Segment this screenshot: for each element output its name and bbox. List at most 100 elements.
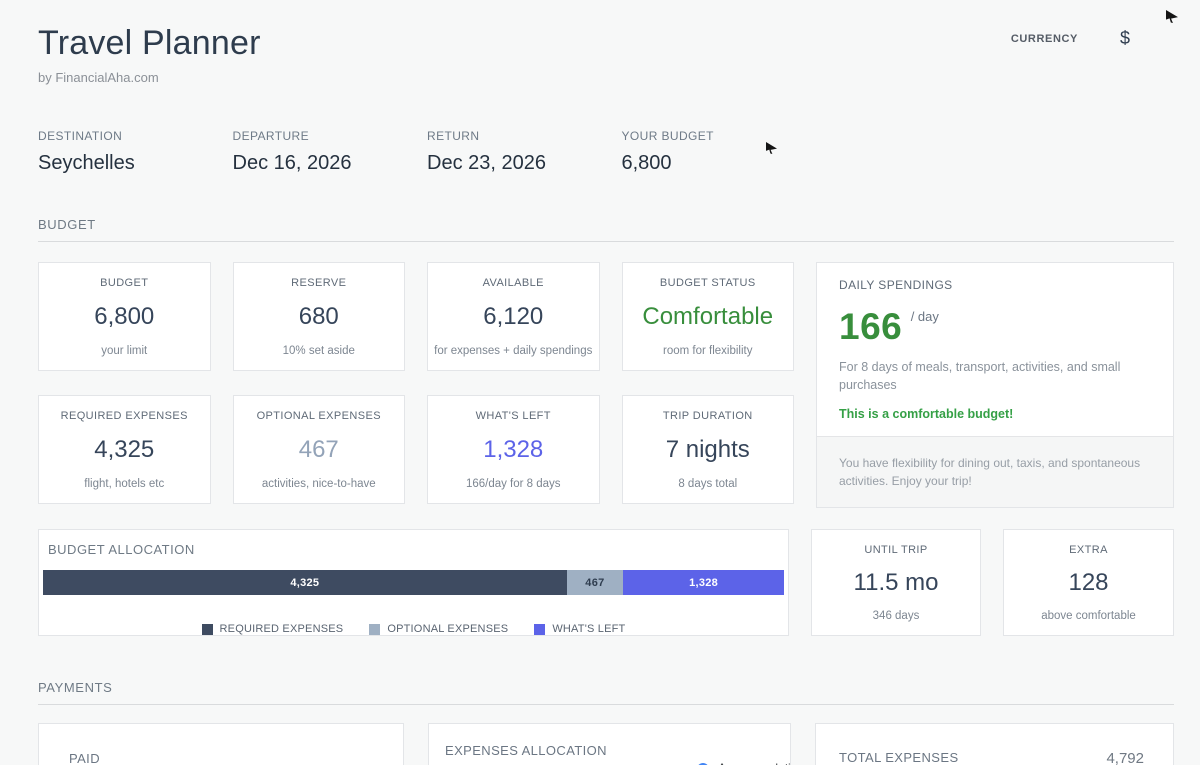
budget-allocation-card: BUDGET ALLOCATION 4,325 467 1,328 REQUIR… — [38, 529, 789, 636]
until-trip-value: 11.5 mo — [854, 569, 939, 597]
required-expenses-label: REQUIRED EXPENSES — [61, 410, 188, 422]
daily-spendings-desc: For 8 days of meals, transport, activiti… — [839, 358, 1155, 394]
required-expenses-value: 4,325 — [94, 436, 154, 464]
departure-value[interactable]: Dec 16, 2026 — [233, 152, 406, 175]
reserve-card: RESERVE 680 10% set aside — [233, 262, 406, 371]
legend-swatch-optional — [369, 624, 380, 635]
payments-grid: PAID EXPENSES ALLOCATION Accommodation T… — [38, 723, 1174, 765]
extra-label: EXTRA — [1069, 544, 1108, 556]
departure-field: DEPARTURE Dec 16, 2026 — [233, 129, 406, 175]
daily-spendings-label: DAILY SPENDINGS — [839, 278, 1151, 292]
budget-card: BUDGET 6,800 your limit — [38, 262, 211, 371]
total-expenses-value: 4,792 — [1106, 750, 1144, 765]
daily-spendings-amount: 166 / day — [839, 306, 1151, 348]
required-expenses-card: REQUIRED EXPENSES 4,325 flight, hotels e… — [38, 395, 211, 504]
reserve-card-label: RESERVE — [291, 277, 346, 289]
extra-card: EXTRA 128 above comfortable — [1003, 529, 1174, 636]
required-expenses-sub: flight, hotels etc — [84, 478, 164, 490]
trip-duration-value: 7 nights — [666, 436, 750, 464]
whats-left-sub: 166/day for 8 days — [466, 478, 561, 490]
expenses-allocation-label: EXPENSES ALLOCATION — [445, 743, 774, 758]
payments-section-heading: PAYMENTS — [38, 680, 1174, 705]
your-budget-field: YOUR BUDGET 6,800 — [622, 129, 795, 175]
bar-segment-optional[interactable]: 467 — [567, 570, 624, 595]
expenses-allocation-card: EXPENSES ALLOCATION Accommodation — [428, 723, 791, 765]
legend-swatch-required — [202, 624, 213, 635]
trip-duration-label: TRIP DURATION — [663, 410, 753, 422]
optional-expenses-value: 467 — [299, 436, 339, 464]
legend-label-optional: OPTIONAL EXPENSES — [387, 623, 508, 635]
bar-segment-whats-left[interactable]: 1,328 — [623, 570, 784, 595]
bar-segment-whats-left-value: 1,328 — [689, 577, 718, 589]
budget-allocation-bar: 4,325 467 1,328 — [43, 570, 784, 595]
trip-duration-card: TRIP DURATION 7 nights 8 days total — [622, 395, 795, 504]
legend-item-whats-left: WHAT'S LEFT — [534, 623, 625, 635]
legend-label-whats-left: WHAT'S LEFT — [552, 623, 625, 635]
until-trip-sub: 346 days — [873, 610, 920, 622]
trip-duration-sub: 8 days total — [678, 478, 737, 490]
legend-swatch-whats-left — [534, 624, 545, 635]
until-trip-card: UNTIL TRIP 11.5 mo 346 days — [811, 529, 981, 636]
allocation-row: BUDGET ALLOCATION 4,325 467 1,328 REQUIR… — [38, 529, 1174, 636]
optional-expenses-card: OPTIONAL EXPENSES 467 activities, nice-t… — [233, 395, 406, 504]
legend-item-optional: OPTIONAL EXPENSES — [369, 623, 508, 635]
bar-segment-optional-value: 467 — [585, 577, 604, 589]
daily-amount-unit: / day — [911, 309, 939, 324]
daily-spendings-tip: You have flexibility for dining out, tax… — [817, 436, 1173, 507]
daily-spendings-card: DAILY SPENDINGS 166 / day For 8 days of … — [816, 262, 1174, 508]
budget-allocation-legend: REQUIRED EXPENSES OPTIONAL EXPENSES WHAT… — [43, 623, 784, 635]
departure-label: DEPARTURE — [233, 129, 406, 143]
budget-status-value: Comfortable — [642, 303, 773, 331]
currency-selector[interactable]: $ — [1120, 28, 1130, 49]
extra-value: 128 — [1068, 569, 1108, 597]
paid-label: PAID — [69, 751, 373, 765]
extra-sub: above comfortable — [1041, 610, 1136, 622]
return-value[interactable]: Dec 23, 2026 — [427, 152, 600, 175]
bar-segment-required-value: 4,325 — [290, 577, 319, 589]
legend-item-required: REQUIRED EXPENSES — [202, 623, 344, 635]
bar-segment-required[interactable]: 4,325 — [43, 570, 567, 595]
currency-control: CURRENCY $ — [1011, 28, 1130, 49]
daily-spendings-highlight: This is a comfortable budget! — [839, 407, 1151, 421]
budget-status-card: BUDGET STATUS Comfortable room for flexi… — [622, 262, 795, 371]
available-card-sub: for expenses + daily spendings — [434, 345, 592, 357]
paid-card: PAID — [38, 723, 404, 765]
whats-left-label: WHAT'S LEFT — [476, 410, 551, 422]
page-subtitle: by FinancialAha.com — [38, 70, 1174, 85]
budget-card-label: BUDGET — [100, 277, 148, 289]
budget-card-value: 6,800 — [94, 303, 154, 331]
budget-status-label: BUDGET STATUS — [660, 277, 756, 289]
legend-label-required: REQUIRED EXPENSES — [220, 623, 344, 635]
available-card-label: AVAILABLE — [483, 277, 544, 289]
whats-left-card: WHAT'S LEFT 1,328 166/day for 8 days — [427, 395, 600, 504]
optional-expenses-label: OPTIONAL EXPENSES — [257, 410, 381, 422]
page-title: Travel Planner — [38, 24, 1174, 63]
budget-cards-grid: BUDGET 6,800 your limit RESERVE 680 10% … — [38, 262, 1174, 508]
travel-planner-page: Travel Planner by FinancialAha.com CURRE… — [38, 0, 1174, 765]
daily-spendings-top: DAILY SPENDINGS 166 / day For 8 days of … — [817, 263, 1173, 436]
available-card: AVAILABLE 6,120 for expenses + daily spe… — [427, 262, 600, 371]
destination-value[interactable]: Seychelles — [38, 152, 211, 175]
reserve-card-value: 680 — [299, 303, 339, 331]
header: Travel Planner by FinancialAha.com CURRE… — [38, 0, 1174, 85]
budget-allocation-title: BUDGET ALLOCATION — [48, 542, 784, 557]
your-budget-label: YOUR BUDGET — [622, 129, 795, 143]
return-field: RETURN Dec 23, 2026 — [427, 129, 600, 175]
daily-amount-value: 166 — [839, 306, 902, 347]
optional-expenses-sub: activities, nice-to-have — [262, 478, 376, 490]
your-budget-value[interactable]: 6,800 — [622, 152, 795, 175]
available-card-value: 6,120 — [483, 303, 543, 331]
budget-status-sub: room for flexibility — [663, 345, 752, 357]
currency-label: CURRENCY — [1011, 33, 1078, 45]
destination-label: DESTINATION — [38, 129, 211, 143]
budget-section-heading: BUDGET — [38, 217, 1174, 242]
trip-summary-row: DESTINATION Seychelles DEPARTURE Dec 16,… — [38, 129, 1174, 175]
until-trip-label: UNTIL TRIP — [864, 544, 927, 556]
return-label: RETURN — [427, 129, 600, 143]
destination-field: DESTINATION Seychelles — [38, 129, 211, 175]
total-expenses-card: TOTAL EXPENSES 4,792 — [815, 723, 1174, 765]
reserve-card-sub: 10% set aside — [283, 345, 355, 357]
whats-left-value: 1,328 — [483, 436, 543, 464]
budget-card-sub: your limit — [101, 345, 147, 357]
total-expenses-label: TOTAL EXPENSES — [839, 750, 959, 765]
